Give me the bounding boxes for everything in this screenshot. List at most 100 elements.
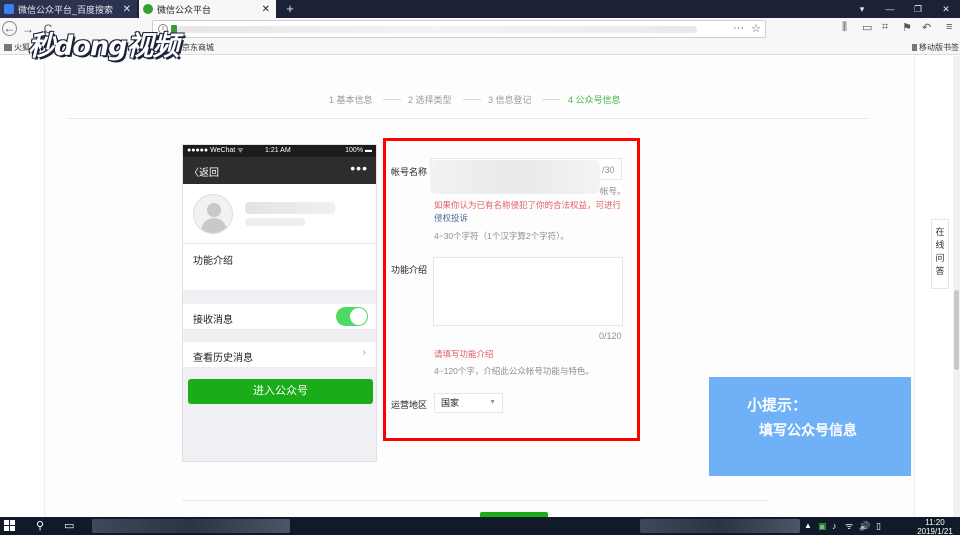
tip-body: 填写公众号信息 [759, 422, 857, 438]
bookmark-label: 移动版书签 [919, 43, 959, 52]
page-actions-icon[interactable]: ··· [733, 22, 744, 34]
clock-time: 11:20 [925, 518, 945, 527]
tab-label: 微信公众平台 [157, 4, 212, 15]
back-button[interactable]: ← [2, 21, 17, 36]
taskbar-clock[interactable]: 11:20 2019/1/21 [912, 518, 958, 535]
phone-preview: ●●●●● WeChat ᯤ 1:21 AM 100% ▬ 〈返回 ••• 功能… [182, 144, 377, 462]
undo-icon[interactable]: ↶ [922, 21, 931, 37]
screenshot-icon[interactable]: ⌗ [882, 21, 888, 37]
blurred-taskbar-apps [92, 519, 290, 533]
bottom-divider [182, 500, 768, 501]
tip-overlay: 小提示： 填写公众号信息 [709, 377, 911, 476]
volume-icon[interactable]: 🔊 [859, 519, 870, 533]
infringement-text: 如果你认为已有名称侵犯了你的合法权益，可进行 [434, 200, 622, 210]
intro-textarea[interactable] [433, 257, 623, 326]
account-name-label: 帐号名称 [391, 167, 428, 177]
tip-title: 小提示： [747, 397, 808, 414]
qa-char: 答 [935, 266, 945, 276]
show-hidden-icons-icon[interactable]: ▲ [804, 519, 812, 533]
address-bar[interactable]: i ··· ☆ [152, 20, 766, 38]
intro-error: 请填写功能介绍 [434, 349, 494, 359]
start-windows-icon[interactable] [4, 520, 16, 532]
folder-icon [4, 44, 12, 51]
bookmark-folder[interactable]: 火狐 [4, 42, 30, 53]
intro-label: 功能介绍 [193, 256, 233, 267]
qa-char: 在 [935, 227, 945, 237]
enter-account-button: 进入公众号 [188, 379, 373, 404]
network-icon[interactable]: ᯤ [845, 519, 853, 533]
mobile-bookmarks[interactable]: 移动版书签 [912, 42, 959, 53]
minimize-button[interactable]: — [876, 0, 904, 18]
step-connector [542, 99, 560, 100]
step-info-register: 3 信息登记 [488, 95, 532, 105]
phone-back-button: 〈返回 [189, 168, 219, 179]
library-icon[interactable]: ⫼ [842, 21, 847, 37]
blurred-account-name [245, 202, 335, 214]
region-select[interactable]: 国家 ▼ [434, 393, 503, 413]
audio-tray-icon[interactable]: ♪ [832, 519, 837, 533]
tab-label: 微信公众平台_百度搜索 [18, 4, 114, 15]
chevron-right-icon: › [362, 347, 366, 359]
infringement-notice: 如果你认为已有名称侵犯了你的合法权益，可进行侵权投诉 [434, 199, 624, 225]
task-view-icon[interactable]: ▭ [64, 519, 74, 533]
steps-divider [68, 118, 868, 119]
step-account-info: 4 公众号信息 [568, 95, 621, 105]
phone-time: 1:21 AM [265, 147, 291, 154]
blurred-account-id [245, 218, 305, 226]
blurred-tray-items [640, 519, 800, 533]
caret-down-icon: ▼ [489, 399, 496, 406]
new-tab-button[interactable]: + [282, 0, 298, 18]
avatar-placeholder-icon [193, 194, 233, 234]
wechat-favicon-icon [143, 4, 153, 14]
menu-icon[interactable]: ≡ [946, 21, 952, 37]
account-hint-tail: 帐号。 [600, 186, 626, 196]
intro-field-label: 功能介绍 [391, 265, 428, 275]
mobile-icon [912, 44, 917, 51]
bookmark-star-icon[interactable]: ☆ [751, 22, 761, 35]
tab-strip: 微信公众平台_百度搜索 ✕ 微信公众平台 ✕ + ▾ — ❐ ✕ [0, 0, 960, 18]
step-basic-info: 1 基本信息 [329, 95, 373, 105]
scrollbar-thumb[interactable] [954, 290, 959, 370]
step-select-type: 2 选择类型 [408, 95, 452, 105]
registration-steps: 1 基本信息 2 选择类型 3 信息登记 4 公众号信息 [0, 93, 960, 107]
page-content: 1 基本信息 2 选择类型 3 信息登记 4 公众号信息 ●●●●● WeCha… [0, 56, 960, 517]
close-tab-icon[interactable]: ✕ [121, 4, 133, 15]
intro-rule: 4~120个字，介绍此公众帐号功能与特色。 [434, 366, 594, 376]
step-connector [463, 99, 481, 100]
online-qa-button[interactable]: 在 线 问 答 [931, 219, 949, 289]
receive-messages-label: 接收消息 [193, 315, 233, 326]
blurred-url [177, 26, 697, 33]
intro-counter: 0/120 [599, 331, 622, 341]
account-name-rule: 4~30个字符（1个汉字算2个字符）。 [434, 231, 569, 241]
watermark-logo: 秒dong视频 [28, 31, 179, 62]
step-connector [383, 99, 401, 100]
battery-indicator: 100% ▬ [345, 147, 372, 154]
phone-status-bar: ●●●●● WeChat ᯤ 1:21 AM 100% ▬ [183, 145, 376, 157]
more-icon: ••• [350, 160, 368, 176]
receive-messages-toggle [336, 307, 368, 326]
phone-nav-bar: 〈返回 ••• [183, 157, 376, 184]
close-tab-icon[interactable]: ✕ [260, 4, 272, 15]
tab-wechat-platform[interactable]: 微信公众平台 ✕ [139, 0, 276, 18]
region-label: 运营地区 [391, 400, 428, 410]
tab-list-icon[interactable]: ▾ [848, 0, 876, 18]
baidu-favicon-icon [4, 4, 14, 14]
history-row: 查看历史消息 › [183, 342, 376, 368]
bookmark-label: 京东商城 [182, 43, 214, 52]
account-name-counter: /30 [602, 165, 615, 175]
sidebar-icon[interactable]: ▭ [862, 21, 872, 37]
blurred-account-name-value [430, 160, 600, 194]
carrier-signal: ●●●●● WeChat ᯤ [187, 147, 244, 154]
windows-taskbar: ⚲ ▭ ▲ ▣ ♪ ᯤ 🔊 ▯ 11:20 2019/1/21 [0, 517, 960, 535]
history-label: 查看历史消息 [193, 353, 253, 364]
close-window-button[interactable]: ✕ [932, 0, 960, 18]
restore-button[interactable]: ❐ [904, 0, 932, 18]
tab-baidu-search[interactable]: 微信公众平台_百度搜索 ✕ [0, 0, 137, 18]
qa-char: 问 [935, 253, 945, 263]
pocket-icon[interactable]: ⚑ [902, 21, 912, 37]
search-icon[interactable]: ⚲ [36, 519, 44, 533]
notification-icon[interactable]: ▯ [876, 519, 881, 533]
nvidia-tray-icon[interactable]: ▣ [818, 519, 827, 533]
infringement-complaint-link[interactable]: 侵权投诉 [434, 213, 468, 223]
page-scrollbar[interactable] [953, 56, 960, 517]
